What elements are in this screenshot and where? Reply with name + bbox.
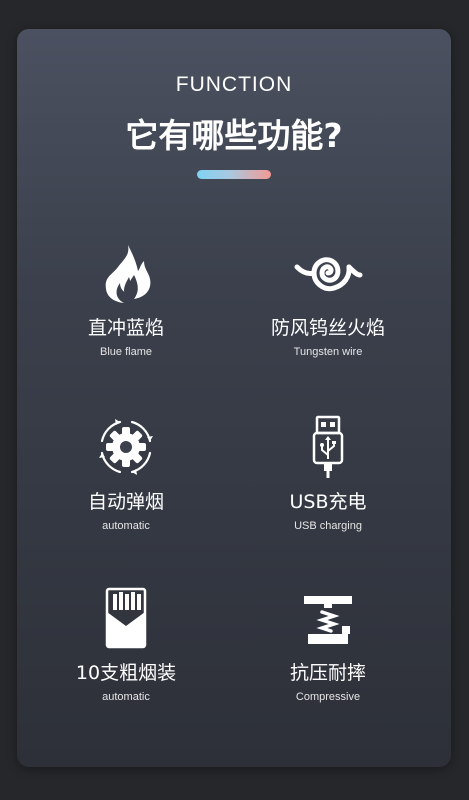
usb-icon xyxy=(228,415,428,479)
swirl-icon xyxy=(228,241,428,305)
feature-title-en: Blue flame xyxy=(100,346,152,358)
page-title: 它有哪些功能? xyxy=(125,116,343,155)
feature-title-en: Compressive xyxy=(295,691,361,703)
cigarette-pack-icon xyxy=(26,586,226,650)
feature-title-cn: 直冲蓝焰 xyxy=(87,317,164,339)
feature-title-en: automatic xyxy=(102,691,150,703)
feature-title-en: Tungsten wire xyxy=(293,346,363,358)
feature-title-en: automatic xyxy=(102,520,150,532)
accent-bar xyxy=(197,170,271,179)
feature-auto-eject: 自动弹烟 automatic xyxy=(26,415,226,532)
feature-compressive: 抗压耐摔 Compressive xyxy=(228,586,428,703)
feature-tungsten-wire: 防风钨丝火焰 Tungsten wire xyxy=(228,241,428,358)
feature-title-cn: 10支粗烟装 xyxy=(75,662,177,684)
feature-title-cn: 自动弹烟 xyxy=(87,491,164,513)
feature-cigarette-pack: 10支粗烟装 automatic xyxy=(26,586,226,703)
eyebrow-label: FUNCTION xyxy=(175,73,293,96)
gear-cycle-icon xyxy=(26,415,226,479)
feature-title-cn: 防风钨丝火焰 xyxy=(270,317,385,339)
feature-title-en: USB charging xyxy=(294,520,362,532)
flame-icon xyxy=(26,241,226,305)
feature-card: FUNCTION 它有哪些功能? 直冲蓝焰 Blue flame 防风钨丝火焰 … xyxy=(17,29,451,767)
feature-title-cn: USB充电 xyxy=(289,491,367,513)
feature-title-cn: 抗压耐摔 xyxy=(289,662,366,684)
press-icon xyxy=(228,586,428,650)
feature-usb-charging: USB充电 USB charging xyxy=(228,415,428,532)
feature-blue-flame: 直冲蓝焰 Blue flame xyxy=(26,241,226,358)
